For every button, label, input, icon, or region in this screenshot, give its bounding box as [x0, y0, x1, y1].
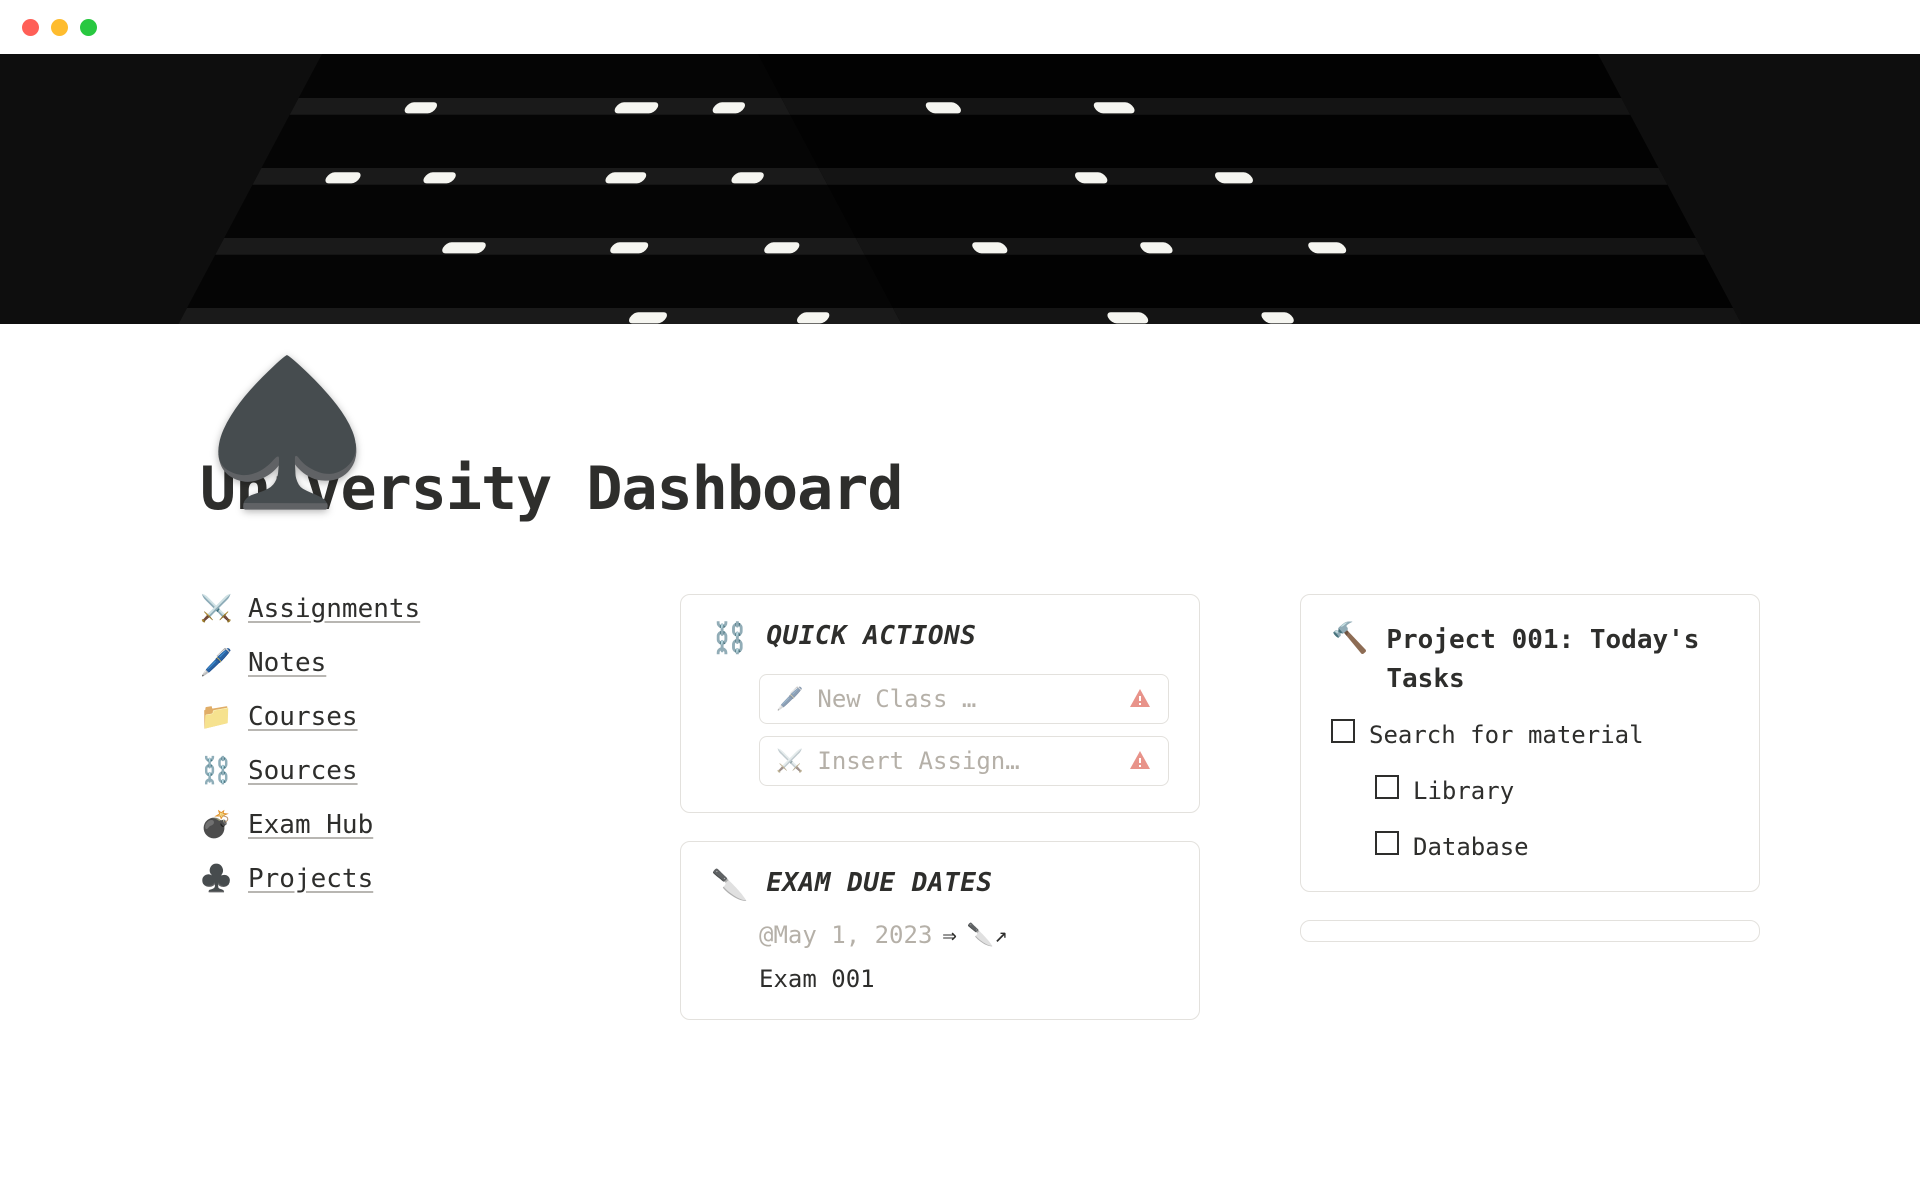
minimize-window-button[interactable] — [51, 19, 68, 36]
next-card-peek — [1300, 920, 1760, 942]
page-title: University Dashboard — [200, 454, 1720, 524]
columns: ⚔️ Assignments 🖊️ Notes 📁 Courses ⛓️ Sou… — [200, 594, 1720, 1048]
arrow-icon: ⇒ — [942, 921, 956, 949]
project-title: Project 001: Today's Tasks — [1386, 621, 1729, 699]
page-content: ♠️ University Dashboard ⚔️ Assignments 🖊… — [0, 454, 1920, 1048]
task-checkbox[interactable] — [1375, 775, 1399, 799]
club-icon: ♣️ — [200, 864, 232, 894]
nav-item-exam-hub[interactable]: 💣 Exam Hub — [200, 810, 580, 840]
exam-body: @May 1, 2023 ⇒ 🔪↗ Exam 001 — [759, 921, 1169, 993]
task-label: Database — [1413, 829, 1529, 865]
exam-date[interactable]: @May 1, 2023 — [759, 921, 932, 949]
task-label: Library — [1413, 773, 1514, 809]
warning-icon — [1128, 749, 1152, 773]
bomb-icon: 💣 — [200, 810, 232, 840]
card-header: ⛓️ QUICK ACTIONS — [711, 621, 1169, 656]
card-header: 🔨 Project 001: Today's Tasks — [1331, 621, 1729, 699]
middle-column: ⛓️ QUICK ACTIONS 🖊️ New Class … ⚔️ Inser… — [680, 594, 1200, 1048]
knife-icon: 🔪 — [711, 868, 748, 903]
card-header: 🔪 EXAM DUE DATES — [711, 868, 1169, 903]
swords-icon: ⚔️ — [776, 749, 803, 774]
chains-icon: ⛓️ — [711, 621, 748, 656]
nav-label: Exam Hub — [248, 810, 373, 840]
quick-actions-card: ⛓️ QUICK ACTIONS 🖊️ New Class … ⚔️ Inser… — [680, 594, 1200, 813]
nav-item-assignments[interactable]: ⚔️ Assignments — [200, 594, 580, 624]
close-window-button[interactable] — [22, 19, 39, 36]
nav-label: Assignments — [248, 594, 420, 624]
action-label: New Class … — [817, 685, 1114, 713]
pen-icon: 🖊️ — [200, 648, 232, 678]
right-column: 🔨 Project 001: Today's Tasks Search for … — [1300, 594, 1760, 970]
nav-label: Notes — [248, 648, 326, 678]
page-icon[interactable]: ♠️ — [200, 364, 374, 504]
action-label: Insert Assign… — [817, 747, 1114, 775]
task-checkbox[interactable] — [1375, 831, 1399, 855]
exam-link-icon[interactable]: 🔪↗ — [967, 923, 1008, 948]
task-item: Search for material — [1331, 717, 1729, 753]
exam-due-dates-card: 🔪 EXAM DUE DATES @May 1, 2023 ⇒ 🔪↗ Exam … — [680, 841, 1200, 1020]
traffic-lights — [22, 19, 97, 36]
nav-item-courses[interactable]: 📁 Courses — [200, 702, 580, 732]
task-list: Search for material Library Database — [1331, 717, 1729, 865]
task-item: Library — [1375, 773, 1729, 809]
nav-label: Courses — [248, 702, 358, 732]
exam-name: Exam 001 — [759, 965, 1169, 993]
task-label: Search for material — [1369, 717, 1644, 753]
pen-icon: 🖊️ — [776, 687, 803, 712]
window-titlebar — [0, 0, 1920, 54]
nav-list: ⚔️ Assignments 🖊️ Notes 📁 Courses ⛓️ Sou… — [200, 594, 580, 894]
nav-item-notes[interactable]: 🖊️ Notes — [200, 648, 580, 678]
maximize-window-button[interactable] — [80, 19, 97, 36]
nav-label: Sources — [248, 756, 358, 786]
nav-label: Projects — [248, 864, 373, 894]
cover-image — [0, 54, 1920, 324]
nav-item-projects[interactable]: ♣️ Projects — [200, 864, 580, 894]
folder-icon: 📁 — [200, 702, 232, 732]
nav-item-sources[interactable]: ⛓️ Sources — [200, 756, 580, 786]
card-title: QUICK ACTIONS — [766, 621, 976, 651]
chains-icon: ⛓️ — [200, 756, 232, 786]
project-tasks-card: 🔨 Project 001: Today's Tasks Search for … — [1300, 594, 1760, 892]
insert-assignment-button[interactable]: ⚔️ Insert Assign… — [759, 736, 1169, 786]
task-item: Database — [1375, 829, 1729, 865]
hammer-icon: 🔨 — [1331, 621, 1368, 656]
card-title: EXAM DUE DATES — [766, 868, 992, 898]
task-checkbox[interactable] — [1331, 719, 1355, 743]
action-list: 🖊️ New Class … ⚔️ Insert Assign… — [759, 674, 1169, 786]
swords-icon: ⚔️ — [200, 594, 232, 624]
new-class-button[interactable]: 🖊️ New Class … — [759, 674, 1169, 724]
warning-icon — [1128, 687, 1152, 711]
